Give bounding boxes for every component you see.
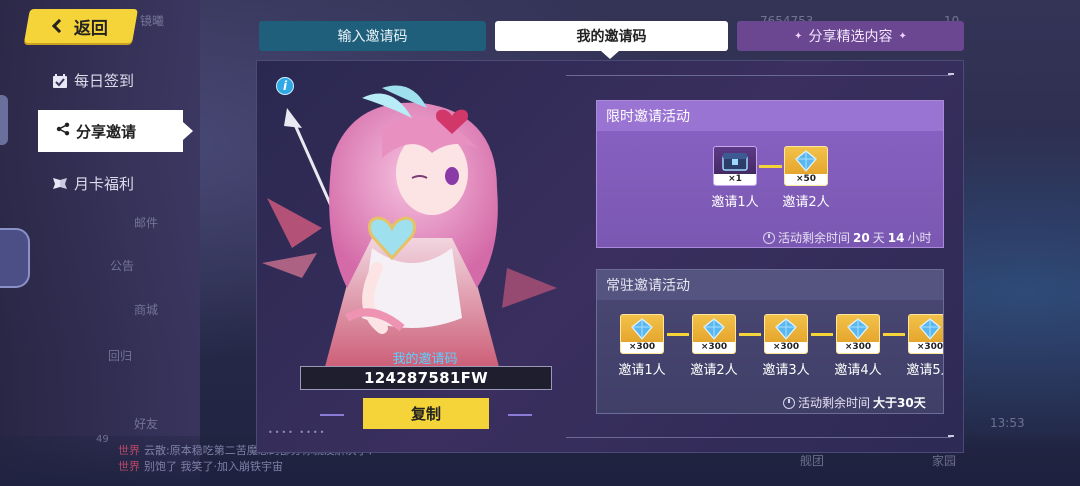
reward-connector bbox=[759, 165, 782, 168]
reward-connector bbox=[883, 333, 905, 336]
reward-item-crystal[interactable]: ×300 bbox=[764, 314, 808, 354]
crystal-icon bbox=[909, 315, 943, 342]
reward-qty: ×300 bbox=[909, 342, 943, 353]
chat-channel: 世界 bbox=[118, 460, 140, 473]
reward-item-crystal[interactable]: ×300 bbox=[692, 314, 736, 354]
reward-qty: ×1 bbox=[714, 174, 756, 185]
reward-qty: ×300 bbox=[621, 342, 663, 353]
chat-channel: 世界 bbox=[118, 444, 140, 457]
decoration-line bbox=[508, 414, 532, 416]
timer-days-unit: 天 bbox=[872, 231, 885, 245]
tab-share-content[interactable]: ✦ 分享精选内容 ✦ bbox=[737, 21, 964, 51]
tab-label: 输入邀请码 bbox=[337, 29, 408, 45]
reward-qty: ×300 bbox=[837, 342, 879, 353]
crystal-icon bbox=[765, 315, 807, 342]
reward-connector bbox=[811, 333, 833, 336]
tab-label: 分享精选内容 bbox=[808, 29, 893, 45]
back-button[interactable]: 返回 bbox=[24, 9, 138, 43]
timer-prefix: 活动剩余时间 bbox=[778, 231, 851, 245]
tab-active-pointer bbox=[601, 51, 619, 59]
bg-ghost-mail: 邮件 bbox=[134, 216, 159, 230]
active-indicator-arrow bbox=[183, 122, 193, 140]
left-edge-tab bbox=[0, 95, 8, 145]
reward-label: 邀请2人 bbox=[782, 195, 830, 210]
character-illustration bbox=[262, 85, 557, 378]
bg-ghost-notice: 公告 bbox=[110, 259, 135, 273]
bg-ghost-return: 回归 bbox=[108, 349, 133, 363]
reward-item-chest[interactable]: ×1 bbox=[713, 146, 757, 186]
crystal-icon bbox=[621, 315, 663, 342]
permanent-rewards-track[interactable]: ×300 ×300 ×300 ×300 ×300 邀请1人 邀请2人 邀请3人 … bbox=[596, 300, 943, 385]
sidebar-item-label: 月卡福利 bbox=[74, 175, 135, 193]
reward-label: 邀请1人 bbox=[711, 195, 759, 210]
limited-event-timer: 活动剩余时间 20 天 14 小时 bbox=[763, 229, 931, 246]
sidebar-item-monthly-card[interactable]: 月卡福利 bbox=[52, 173, 134, 194]
reward-item-crystal[interactable]: ×300 bbox=[836, 314, 880, 354]
chest-icon bbox=[714, 147, 756, 174]
reward-qty: ×300 bbox=[765, 342, 807, 353]
crystal-icon bbox=[837, 315, 879, 342]
sidebar-item-share-invite[interactable]: 分享邀请 bbox=[38, 110, 183, 152]
reward-item-crystal[interactable]: ×50 bbox=[784, 146, 828, 186]
crystal-icon bbox=[693, 315, 735, 342]
sparkle-icon: ✦ bbox=[898, 30, 907, 42]
bg-chat-badge: 49 bbox=[96, 434, 109, 445]
chat-text: 别饱了 我笑了·加入崩铁宇宙 bbox=[144, 460, 283, 473]
tab-my-code[interactable]: 我的邀请码 bbox=[495, 21, 728, 51]
sparkle-icon: ✦ bbox=[794, 30, 803, 42]
reward-connector bbox=[739, 333, 761, 336]
invite-code-field: 124287581FW bbox=[300, 366, 552, 390]
calendar-check-icon bbox=[52, 73, 68, 89]
reward-connector bbox=[667, 333, 689, 336]
chevron-left-icon bbox=[51, 18, 67, 34]
timer-hours: 14 bbox=[887, 230, 905, 245]
limited-event-title: 限时邀请活动 bbox=[597, 101, 943, 131]
reward-qty: ×300 bbox=[693, 342, 735, 353]
tab-enter-code[interactable]: 输入邀请码 bbox=[259, 21, 486, 51]
reward-label: 邀请3人 bbox=[762, 363, 810, 378]
divider bbox=[566, 75, 951, 76]
sidebar-item-daily-signin[interactable]: 每日签到 bbox=[52, 70, 134, 91]
bg-chat-line-2: 世界 别饱了 我笑了·加入崩铁宇宙 bbox=[118, 458, 283, 474]
back-button-label: 返回 bbox=[74, 18, 108, 39]
copy-button-label: 复制 bbox=[410, 405, 441, 423]
bg-ghost-home: 家园 bbox=[932, 454, 957, 468]
bg-ghost-shop: 商城 bbox=[134, 303, 159, 317]
timer-days: 20 bbox=[853, 230, 870, 245]
corner-mark bbox=[948, 435, 954, 437]
sidebar-item-label: 分享邀请 bbox=[76, 122, 137, 141]
timer-hours-unit: 小时 bbox=[907, 231, 932, 245]
tab-label: 我的邀请码 bbox=[576, 29, 647, 45]
reward-label: 邀请5人 bbox=[906, 363, 943, 378]
divider bbox=[566, 437, 951, 438]
permanent-event-timer: 活动剩余时间 大于30天 bbox=[783, 394, 929, 411]
bg-ghost-clock: 13:53 bbox=[990, 416, 1025, 430]
permanent-event-title: 常驻邀请活动 bbox=[597, 270, 943, 300]
decoration-line bbox=[320, 414, 344, 416]
share-icon bbox=[56, 122, 70, 140]
reward-item-crystal[interactable]: ×300 bbox=[908, 314, 943, 354]
reward-label: 邀请1人 bbox=[618, 363, 666, 378]
clock-icon bbox=[783, 396, 795, 409]
clock-icon bbox=[763, 231, 775, 244]
wings-icon bbox=[52, 176, 68, 192]
bg-ghost-fleet: 舰团 bbox=[800, 454, 825, 468]
crystal-icon bbox=[785, 147, 827, 174]
decoration-dots: •••• •••• bbox=[268, 428, 327, 437]
limited-event-box: 限时邀请活动 bbox=[596, 100, 944, 248]
timer-value: 大于30天 bbox=[873, 396, 926, 410]
my-code-label: 我的邀请码 bbox=[392, 352, 458, 367]
reward-item-crystal[interactable]: ×300 bbox=[620, 314, 664, 354]
bg-ghost-title: 镜曦 bbox=[140, 14, 165, 28]
bg-ghost-friends: 好友 bbox=[134, 417, 159, 431]
left-edge-button bbox=[0, 228, 30, 288]
reward-label: 邀请2人 bbox=[690, 363, 738, 378]
timer-prefix: 活动剩余时间 bbox=[798, 396, 871, 410]
corner-mark bbox=[948, 73, 954, 75]
copy-button[interactable]: 复制 bbox=[363, 398, 489, 429]
reward-label: 邀请4人 bbox=[834, 363, 882, 378]
reward-qty: ×50 bbox=[785, 174, 827, 185]
sidebar-item-label: 每日签到 bbox=[74, 72, 135, 90]
